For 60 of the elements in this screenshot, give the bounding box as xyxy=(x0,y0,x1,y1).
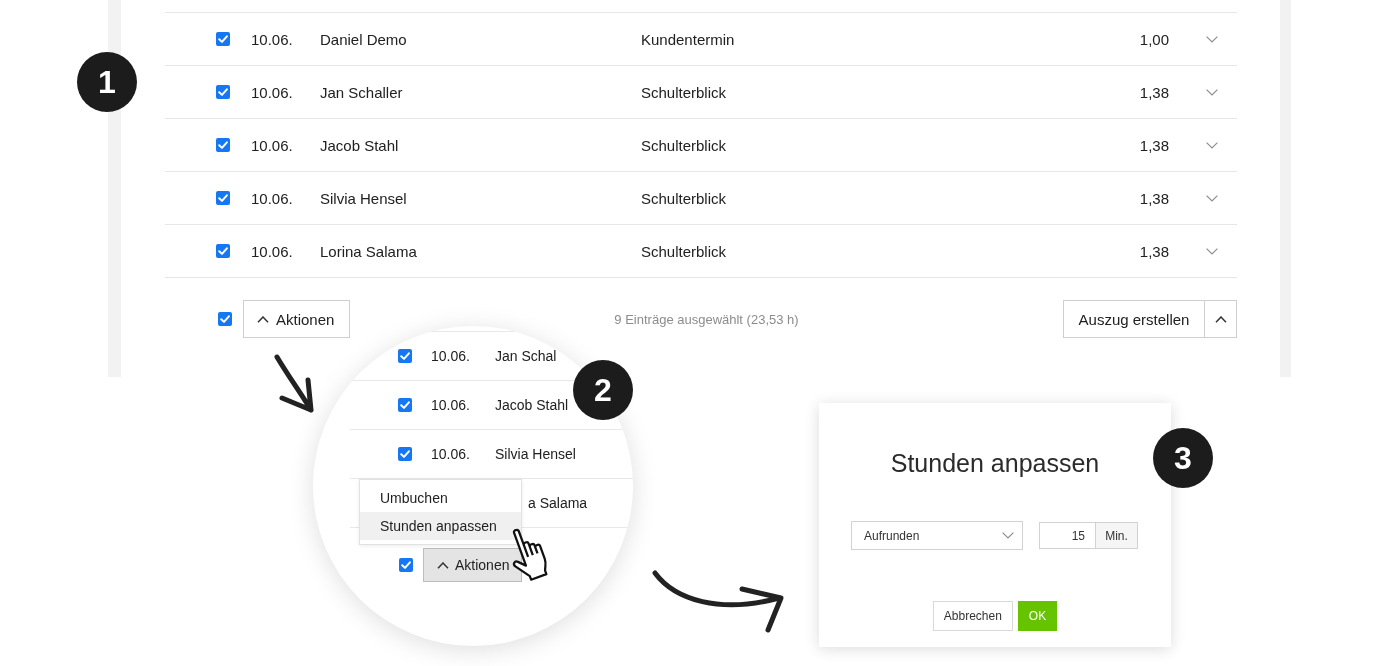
chevron-down-icon[interactable] xyxy=(1206,247,1218,255)
checkbox[interactable] xyxy=(398,349,412,363)
dialog-title: Stunden anpassen xyxy=(890,448,1100,479)
name-cell: a Salama xyxy=(528,496,588,510)
checkbox[interactable] xyxy=(398,398,412,412)
date-cell-text: 10.06. xyxy=(251,83,294,101)
dropdown-toggle-button[interactable] xyxy=(1205,300,1237,338)
type-cell-text: Schulterblick xyxy=(641,136,728,154)
unit-label: Min. xyxy=(1095,522,1138,549)
menu-item[interactable]: Stunden anpassen xyxy=(360,512,521,540)
caret-up-icon xyxy=(257,315,269,323)
name-cell-text: Silvia Hensel xyxy=(320,189,408,207)
checkbox[interactable] xyxy=(216,191,230,205)
name-cell-text: Jan Schaller xyxy=(320,83,404,101)
checkbox[interactable] xyxy=(216,32,230,46)
hours-cell-text: 1,38 xyxy=(1138,242,1169,260)
caret-up-icon xyxy=(437,561,449,569)
rounding-select[interactable]: Aufrunden xyxy=(851,521,1023,550)
date-cell-text: 10.06. xyxy=(251,30,294,48)
actions-button[interactable]: Aktionen xyxy=(243,300,350,338)
hours-cell-text: 1,38 xyxy=(1138,83,1169,101)
checkbox[interactable] xyxy=(216,244,230,258)
type-cell-text: Kundentermin xyxy=(641,30,736,48)
type-cell-text: Schulterblick xyxy=(641,242,728,260)
checkbox[interactable] xyxy=(398,447,412,461)
checkbox[interactable] xyxy=(218,312,232,326)
hours-cell-text: 1,00 xyxy=(1138,30,1169,48)
chevron-down-icon[interactable] xyxy=(1206,194,1218,202)
name-cell: Jan Schal xyxy=(495,349,557,363)
selection-summary: 9 Einträge ausgewählt (23,53 h) xyxy=(613,311,800,327)
name-cell-text: Lorina Salama xyxy=(320,242,418,260)
minutes-input[interactable]: 15 xyxy=(1039,522,1095,549)
name-cell-text: Jacob Stahl xyxy=(320,136,400,154)
chevron-down-icon[interactable] xyxy=(1206,35,1218,43)
actions-button[interactable]: Aktionen xyxy=(423,548,522,582)
chevron-down-icon[interactable] xyxy=(1206,88,1218,96)
chevron-down-icon xyxy=(1002,532,1014,539)
step-marker: 1 xyxy=(77,52,137,112)
type-cell-text: Schulterblick xyxy=(641,189,728,207)
name-cell-text: Daniel Demo xyxy=(320,30,408,48)
cancel-button[interactable]: Abbrechen xyxy=(932,601,1013,631)
date-cell-text: 10.06. xyxy=(431,447,471,461)
name-cell: Jacob Stahl xyxy=(495,398,569,412)
checkbox[interactable] xyxy=(399,558,413,572)
name-cell: Silvia Hensel xyxy=(495,447,576,461)
caret-up-icon xyxy=(1214,315,1227,323)
type-cell-text: Schulterblick xyxy=(641,83,728,101)
date-cell-text: 10.06. xyxy=(251,136,294,154)
date-cell-text: 10.06. xyxy=(431,349,471,363)
menu-item[interactable]: Umbuchen xyxy=(360,484,521,512)
chevron-down-icon[interactable] xyxy=(1206,141,1218,149)
checkbox[interactable] xyxy=(216,138,230,152)
date-cell-text: 10.06. xyxy=(431,398,471,412)
hours-cell-text: 1,38 xyxy=(1138,136,1169,154)
create-excerpt-button[interactable]: Auszug erstellen xyxy=(1063,300,1205,338)
date-cell-text: 10.06. xyxy=(251,189,294,207)
date-cell-text: 10.06. xyxy=(251,242,294,260)
hours-cell-text: 1,38 xyxy=(1138,189,1169,207)
checkbox[interactable] xyxy=(216,85,230,99)
step-marker: 3 xyxy=(1153,428,1213,488)
